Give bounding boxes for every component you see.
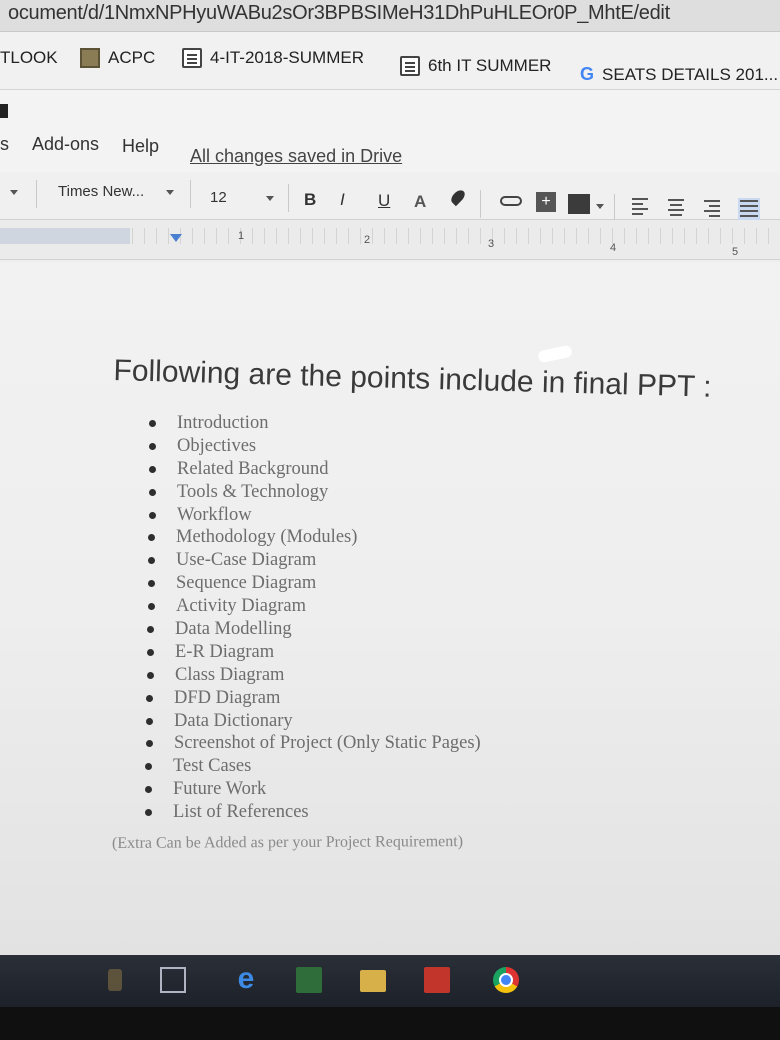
list-item: Screenshot of Project (Only Static Pages… (142, 732, 665, 755)
windows-taskbar: e (0, 955, 780, 1007)
document-page[interactable]: Following are the points include in fina… (0, 262, 780, 960)
list-item: Data Modelling (143, 618, 665, 641)
toolbar-divider (288, 184, 289, 212)
link-icon[interactable] (500, 196, 522, 206)
ruler-margin (0, 228, 130, 244)
document-heading: Following are the points include in fina… (113, 354, 712, 404)
list-item: Workflow (145, 504, 665, 527)
acpc-icon (80, 48, 100, 68)
monitor-bezel (0, 1007, 780, 1040)
document-note: (Extra Can be Added as per your Project … (111, 833, 464, 852)
list-item: E-R Diagram (143, 641, 665, 664)
menu-add-ons[interactable]: Add-ons (32, 134, 99, 155)
bullet-list: Introduction Objectives Related Backgrou… (145, 412, 665, 824)
bookmark-label: SEATS DETAILS 201... (602, 64, 779, 84)
lock-icon[interactable] (108, 969, 122, 991)
chevron-down-icon[interactable] (166, 190, 174, 195)
document-icon (182, 48, 202, 68)
align-justify-icon[interactable] (738, 198, 760, 220)
list-item: Sequence Diagram (144, 572, 665, 595)
task-view-icon[interactable] (160, 967, 186, 993)
excel-icon[interactable] (296, 967, 322, 993)
bookmark-seats-details[interactable]: G SEATS DETAILS 201... (580, 64, 778, 85)
ruler-mark: 1 (238, 230, 245, 242)
toolbar-divider (480, 190, 481, 218)
list-item: Methodology (Modules) (144, 526, 665, 549)
bookmark-label: 6th IT SUMMER (428, 56, 552, 75)
align-right-icon[interactable] (704, 200, 720, 217)
ruler-mark: 5 (732, 246, 739, 258)
chevron-down-icon[interactable] (10, 190, 18, 195)
toolbar-divider (614, 194, 615, 222)
underline-button[interactable]: U (378, 191, 390, 211)
text-color-button[interactable]: A (414, 192, 426, 212)
ruler[interactable]: 1 2 3 4 5 (0, 220, 780, 260)
list-item: Tools & Technology (145, 481, 665, 504)
chevron-down-icon[interactable] (266, 196, 274, 201)
list-item: Test Cases (141, 755, 665, 778)
list-item: Future Work (141, 778, 665, 801)
monitor-screen: ocument/d/1NmxNPHyuWABu2sOr3BPBSIMeH31Dh… (0, 0, 780, 960)
italic-button[interactable]: I (340, 190, 345, 210)
bookmark-label: 4-IT-2018-SUMMER (210, 48, 364, 67)
bookmark-6th-it-summer[interactable]: 6th IT SUMMER (400, 56, 551, 76)
list-item: Data Dictionary (142, 710, 665, 733)
list-item: DFD Diagram (142, 687, 665, 710)
font-family-select[interactable]: Times New... (58, 183, 144, 200)
document-icon (400, 56, 420, 76)
bookmark-label: TLOOK (0, 48, 58, 67)
bookmarks-bar: TLOOK ACPC 4-IT-2018-SUMMER 6th IT SUMME… (0, 32, 780, 90)
menu-help[interactable]: Help (122, 136, 159, 157)
align-center-icon[interactable] (668, 199, 684, 216)
list-item: Related Background (145, 458, 665, 481)
file-explorer-icon[interactable] (360, 970, 386, 992)
chrome-icon[interactable] (493, 967, 519, 993)
insert-comment-icon[interactable]: + (536, 192, 556, 212)
ruler-mark: 3 (488, 238, 495, 250)
bookmark-acpc[interactable]: ACPC (80, 48, 155, 68)
save-status-link[interactable]: All changes saved in Drive (190, 146, 402, 167)
toolbar-divider (190, 180, 191, 208)
menu-tools[interactable]: s (0, 134, 9, 155)
toolbar-divider (36, 180, 37, 208)
highlight-icon[interactable] (448, 187, 468, 207)
ruler-mark: 2 (364, 234, 371, 246)
list-item: List of References (141, 801, 665, 824)
url-text[interactable]: ocument/d/1NmxNPHyuWABu2sOr3BPBSIMeH31Dh… (8, 2, 670, 25)
bookmark-label: ACPC (108, 48, 156, 67)
ruler-mark: 4 (610, 242, 617, 254)
screen-glare (537, 344, 573, 364)
list-item: Introduction (145, 412, 665, 435)
list-item: Activity Diagram (144, 595, 665, 618)
google-icon: G (580, 64, 595, 84)
address-bar[interactable]: ocument/d/1NmxNPHyuWABu2sOr3BPBSIMeH31Dh… (0, 0, 780, 32)
indent-marker-icon[interactable] (170, 234, 182, 242)
list-item: Class Diagram (143, 664, 665, 687)
insert-image-icon[interactable] (568, 194, 590, 214)
docs-title-fragment (0, 104, 8, 118)
formatting-toolbar: Times New... 12 B I U A + (0, 172, 780, 222)
edge-icon[interactable]: e (233, 964, 259, 994)
font-size-select[interactable]: 12 (210, 189, 227, 206)
align-left-icon[interactable] (632, 198, 648, 215)
acrobat-icon[interactable] (424, 967, 450, 993)
list-item: Objectives (145, 435, 665, 458)
docs-menu-bar: s Add-ons Help All changes saved in Driv… (0, 90, 780, 172)
list-item: Use-Case Diagram (144, 549, 665, 572)
bookmark-4-it-2018-summer[interactable]: 4-IT-2018-SUMMER (182, 48, 364, 68)
bold-button[interactable]: B (304, 190, 316, 210)
chevron-down-icon[interactable] (596, 204, 604, 209)
bookmark-outlook[interactable]: TLOOK (0, 48, 58, 68)
